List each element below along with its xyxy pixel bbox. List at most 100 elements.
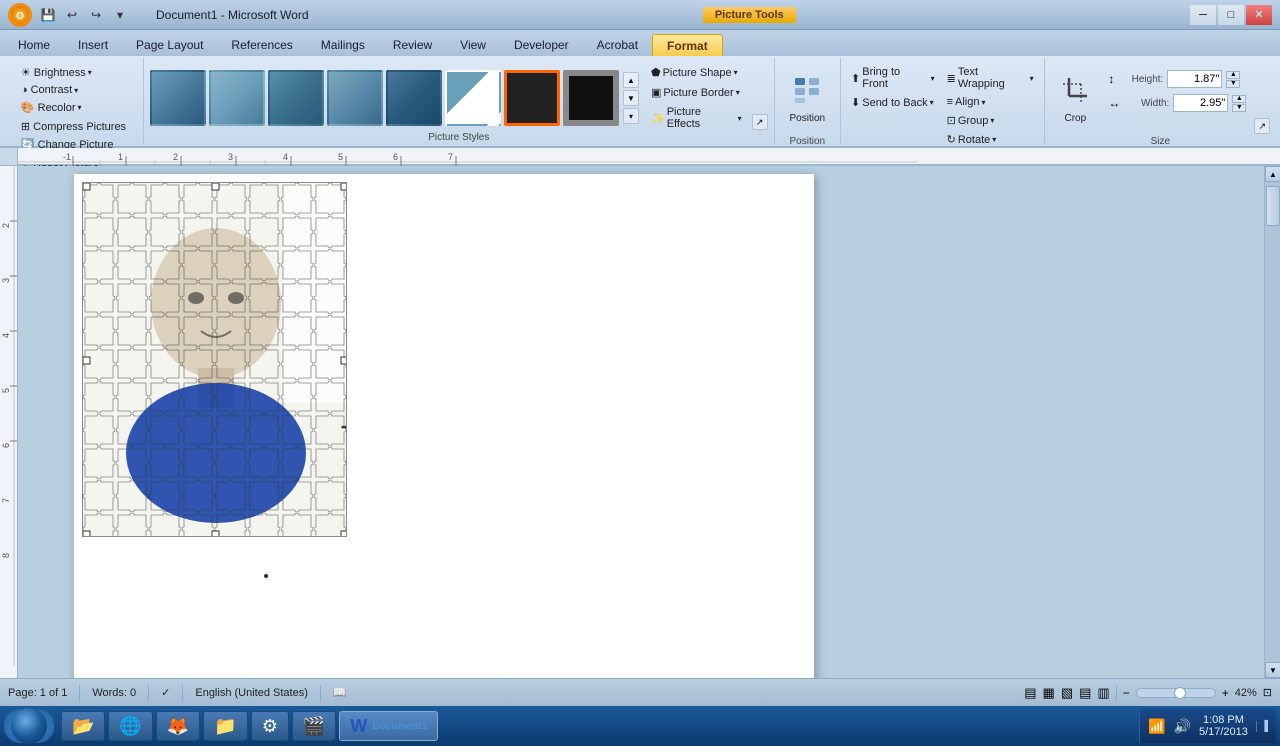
height-spin-down[interactable]: ▼ xyxy=(1226,80,1240,88)
scroll-up-button[interactable]: ▲ xyxy=(1265,166,1280,182)
tab-references[interactable]: References xyxy=(217,34,306,56)
zoom-thumb xyxy=(1174,687,1186,699)
tab-review[interactable]: Review xyxy=(379,34,446,56)
zoom-percent-button[interactable]: ⊡ xyxy=(1263,686,1272,699)
position-button[interactable]: Position xyxy=(781,64,835,136)
tray-show-desktop-icon[interactable]: ▐ xyxy=(1256,721,1268,732)
pic-style-scroll-down[interactable]: ▼ xyxy=(623,90,639,106)
pic-style-4[interactable] xyxy=(327,70,383,126)
scroll-track xyxy=(1265,182,1280,662)
rotate-button[interactable]: ↻ Rotate ▾ xyxy=(943,131,1038,148)
scroll-thumb[interactable] xyxy=(1266,186,1280,226)
align-arrow: ▾ xyxy=(982,98,986,107)
pic-style-5[interactable] xyxy=(386,70,442,126)
border-arrow: ▾ xyxy=(736,88,740,97)
taskbar-firefox[interactable]: 🦊 xyxy=(156,711,200,741)
align-button[interactable]: ≡ Align ▾ xyxy=(943,94,1038,110)
picture-effects-button[interactable]: ✨ Picture Effects ▾ xyxy=(647,104,746,132)
send-icon: ⬇ xyxy=(851,96,860,109)
height-spin-up[interactable]: ▲ xyxy=(1226,71,1240,79)
undo-qa-button[interactable]: ↩ xyxy=(62,5,82,25)
picture-shape-button[interactable]: ⬟ Picture Shape ▾ xyxy=(647,64,746,81)
spell-check-icon: ✓ xyxy=(161,686,170,699)
view-outline-button[interactable]: ▤ xyxy=(1079,685,1091,701)
pic-style-6[interactable] xyxy=(445,70,501,126)
zoom-slider[interactable] xyxy=(1136,688,1216,698)
picture-border-button[interactable]: ▣ Picture Border ▾ xyxy=(647,84,746,101)
words-status: Words: 0 xyxy=(92,687,136,699)
pic-style-scroll-up[interactable]: ▲ xyxy=(623,72,639,88)
view-reading-button[interactable]: ▧ xyxy=(1061,685,1073,701)
close-button[interactable]: ✕ xyxy=(1246,5,1272,25)
tab-mailings[interactable]: Mailings xyxy=(307,34,379,56)
scroll-down-button[interactable]: ▼ xyxy=(1265,662,1280,678)
maximize-button[interactable]: □ xyxy=(1218,5,1244,25)
compress-button[interactable]: ⊞ Compress Pictures xyxy=(17,118,130,135)
picture-styles-expand[interactable]: ↗ xyxy=(752,114,768,130)
view-normal-button[interactable]: ▤ xyxy=(1024,685,1036,701)
puzzle-image-container[interactable]: ✛ xyxy=(82,182,347,537)
document-body[interactable]: ✛ xyxy=(18,166,1264,678)
size-group-expand[interactable]: ↗ xyxy=(1254,118,1270,134)
crop-icon xyxy=(1061,76,1089,111)
width-spin-down[interactable]: ▼ xyxy=(1232,104,1246,112)
zoom-in-button[interactable]: + xyxy=(1222,686,1229,700)
position-group: Position Position xyxy=(775,58,841,144)
group-label: Group xyxy=(958,115,989,127)
tab-acrobat[interactable]: Acrobat xyxy=(583,34,652,56)
status-sep-1 xyxy=(79,685,80,701)
picture-shape-label: Picture Shape xyxy=(663,67,732,79)
taskbar-settings[interactable]: ⚙ xyxy=(251,711,289,741)
tabs-row: Home Insert Page Layout References Maili… xyxy=(0,30,1280,56)
text-wrapping-button[interactable]: ≣ Text Wrapping ▾ xyxy=(943,64,1038,92)
recolor-button[interactable]: 🎨 Recolor ▾ xyxy=(17,99,96,116)
pic-style-1[interactable] xyxy=(150,70,206,126)
crop-button[interactable]: Crop xyxy=(1050,64,1100,136)
tab-home[interactable]: Home xyxy=(4,34,64,56)
compress-label: Compress Pictures xyxy=(33,121,126,133)
taskbar-word[interactable]: W Document1 xyxy=(339,711,437,741)
view-draft-button[interactable]: ▥ xyxy=(1097,685,1109,701)
brightness-icon: ☀ xyxy=(21,66,31,79)
status-sep-2 xyxy=(148,685,149,701)
pic-style-3[interactable] xyxy=(268,70,324,126)
svg-text:3: 3 xyxy=(228,152,233,162)
tab-view[interactable]: View xyxy=(446,34,500,56)
height-input[interactable] xyxy=(1167,70,1222,88)
taskbar-chrome[interactable]: 🌐 xyxy=(108,711,152,741)
view-fullscreen-button[interactable]: ▦ xyxy=(1043,685,1055,701)
tab-page-layout[interactable]: Page Layout xyxy=(122,34,217,56)
start-button[interactable] xyxy=(4,709,54,743)
customize-qa-button[interactable]: ▾ xyxy=(110,5,130,25)
tab-developer[interactable]: Developer xyxy=(500,34,583,56)
system-time: 1:08 PM 5/17/2013 xyxy=(1199,714,1248,738)
group-button[interactable]: ⊡ Group ▾ xyxy=(943,112,1038,129)
redo-qa-button[interactable]: ↪ xyxy=(86,5,106,25)
move-cursor: ✛ xyxy=(341,418,347,438)
bring-to-front-button[interactable]: ⬆ Bring to Front ▾ xyxy=(847,64,939,92)
send-to-back-button[interactable]: ⬇ Send to Back ▾ xyxy=(847,94,939,111)
save-qa-button[interactable]: 💾 xyxy=(38,5,58,25)
taskbar-word-label: Document1 xyxy=(372,721,426,732)
pic-style-7[interactable] xyxy=(504,70,560,126)
taskbar-explorer[interactable]: 📂 xyxy=(61,711,105,741)
brightness-button[interactable]: ☀ Brightness ▾ xyxy=(17,64,96,81)
width-spin-up[interactable]: ▲ xyxy=(1232,95,1246,103)
zoom-level: 42% xyxy=(1235,687,1257,699)
minimize-button[interactable]: ─ xyxy=(1190,5,1216,25)
contrast-button[interactable]: ◑ Contrast ▾ xyxy=(17,82,96,98)
tab-format[interactable]: Format xyxy=(652,34,723,56)
width-input[interactable] xyxy=(1173,94,1228,112)
taskbar-folder[interactable]: 📁 xyxy=(203,711,247,741)
height-icon: ↕ xyxy=(1108,72,1114,86)
taskbar-media[interactable]: 🎬 xyxy=(292,711,336,741)
svg-text:3: 3 xyxy=(1,278,11,283)
tab-insert[interactable]: Insert xyxy=(64,34,122,56)
pic-style-scroll-more[interactable]: ▾ xyxy=(623,108,639,124)
pic-style-2[interactable] xyxy=(209,70,265,126)
doc-area: 2 3 4 5 6 7 8 xyxy=(0,166,1280,678)
width-label: Width: xyxy=(1124,98,1169,109)
zoom-out-button[interactable]: − xyxy=(1123,686,1130,700)
pic-style-8[interactable] xyxy=(563,70,619,126)
ribbon: Home Insert Page Layout References Maili… xyxy=(0,30,1280,148)
